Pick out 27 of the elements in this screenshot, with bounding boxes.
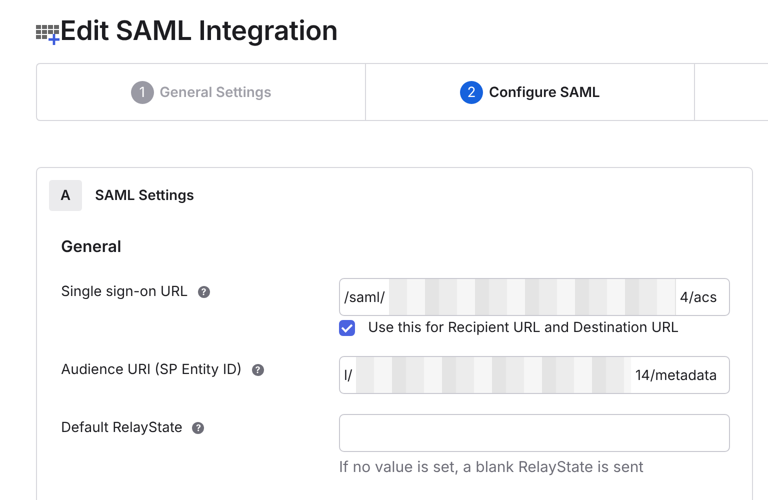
field-value: 14/metadata — [635, 366, 717, 384]
section-badge: A — [49, 180, 82, 211]
input-field[interactable] — [339, 414, 730, 452]
page-title: Edit SAML Integration — [60, 14, 338, 46]
field-label: Default RelayState — [61, 419, 182, 436]
section-title: SAML Settings — [95, 187, 194, 204]
checkbox[interactable] — [339, 320, 355, 336]
field-value: /saml/ — [344, 288, 385, 306]
input-field[interactable]: /saml/ 4/acs — [339, 278, 730, 316]
input-field[interactable]: l/ 14/metadata — [339, 356, 730, 394]
checkbox-label: Use this for Recipient URL and Destination URL — [368, 319, 679, 336]
step-tab[interactable]: 1 General Settings — [37, 64, 366, 120]
step-tab[interactable]: 2 Configure SAML — [366, 64, 695, 120]
help-icon[interactable]: ? — [192, 422, 204, 434]
hint-text: If no value is set, a blank RelayState is sent — [339, 457, 645, 476]
step-label: General Settings — [160, 84, 272, 100]
field-value: 4/acs — [680, 288, 717, 306]
field-label: Audience URI (SP Entity ID) — [61, 361, 242, 378]
section-subtitle: General — [61, 236, 122, 256]
step-label: Configure SAML — [489, 84, 600, 100]
step-number: 1 — [130, 80, 154, 104]
step-number: 2 — [460, 80, 484, 104]
help-icon[interactable]: ? — [252, 364, 264, 376]
help-icon[interactable]: ? — [198, 286, 210, 298]
field-value: l/ — [344, 366, 352, 384]
field-label: Single sign-on URL — [61, 283, 188, 300]
grid-plus-icon — [36, 23, 60, 45]
